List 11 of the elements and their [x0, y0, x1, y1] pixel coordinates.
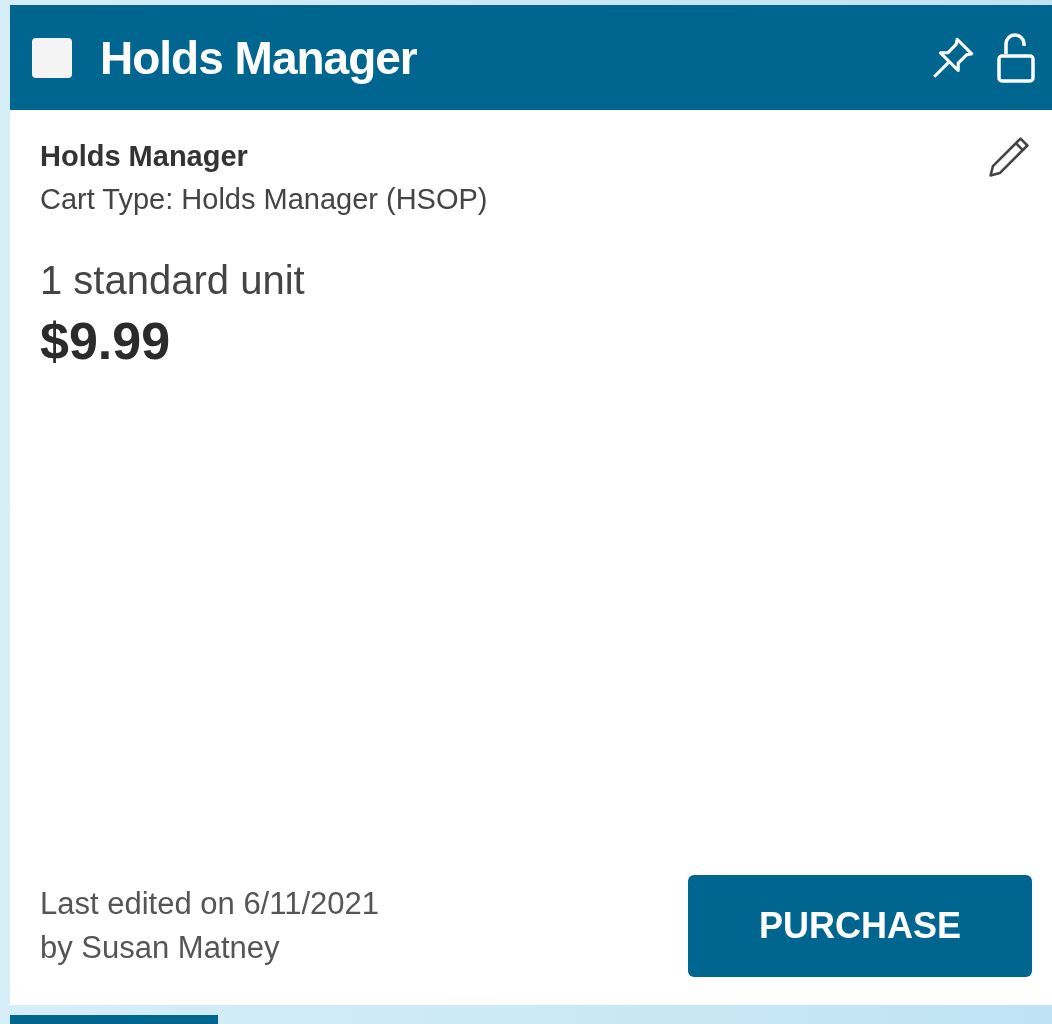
cart-type: Cart Type: Holds Manager (HSOP) — [40, 183, 488, 216]
editor-text: by Susan Matney — [40, 929, 281, 967]
cart-name: Holds Manager — [40, 140, 249, 173]
last-edited-text: Last edited on 6/11/2021 — [40, 885, 379, 923]
quantity-text: 1 standard unit — [40, 258, 306, 303]
purchase-button[interactable]: PURCHASE — [688, 875, 1032, 977]
unlocked-padlock-icon[interactable] — [996, 31, 1036, 84]
checkbox[interactable] — [32, 37, 72, 78]
price-text: $9.99 — [40, 311, 172, 371]
pencil-edit-icon[interactable] — [986, 134, 1032, 180]
card-title: Holds Manager — [100, 30, 417, 85]
